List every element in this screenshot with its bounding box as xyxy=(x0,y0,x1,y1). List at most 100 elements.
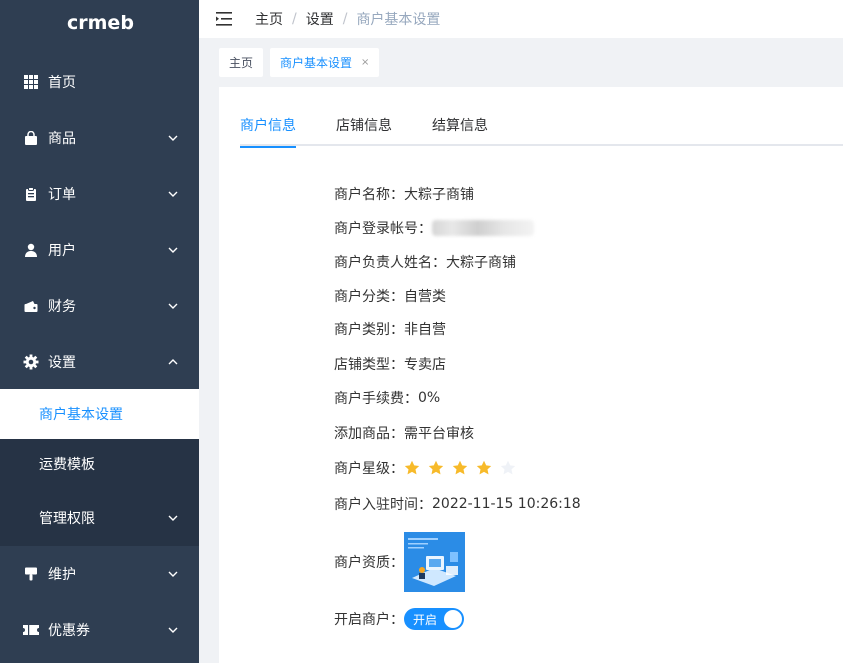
sidebar-item-label: 财务 xyxy=(48,299,76,315)
enable-switch[interactable]: 开启 xyxy=(404,608,464,630)
info-row-add-goods: 添加商品： 需平台审核 xyxy=(334,423,474,443)
sidebar-item-finance[interactable]: 财务 xyxy=(0,278,199,334)
sidebar-subitem-merchant-settings[interactable]: 商户基本设置 xyxy=(0,389,199,439)
bag-icon xyxy=(23,130,39,146)
sidebar-item-home[interactable]: 首页 xyxy=(0,54,199,110)
info-row-join-time: 商户入驻时间： 2022-11-15 10:26:18 xyxy=(334,494,581,514)
breadcrumb-separator: / xyxy=(292,11,297,27)
info-row-rating: 商户星级： xyxy=(334,458,524,478)
qualification-label: 商户资质： xyxy=(334,555,404,571)
breadcrumb-home[interactable]: 主页 xyxy=(255,9,283,29)
content-card: 商户信息 店铺信息 结算信息 商户名称： 大粽子商铺 商户登录帐号： 商户负责人… xyxy=(219,87,843,663)
grid-icon xyxy=(23,74,39,90)
store-type-value: 专卖店 xyxy=(404,357,446,373)
type-label: 商户类别： xyxy=(334,322,404,338)
sidebar-subitem-label: 运费模板 xyxy=(39,457,95,473)
breadcrumb-settings[interactable]: 设置 xyxy=(306,9,334,29)
close-icon[interactable]: × xyxy=(361,57,369,68)
clipboard-icon xyxy=(23,186,39,202)
info-row-qualification: 商户资质： xyxy=(334,531,465,593)
category-label: 商户分类： xyxy=(334,289,404,305)
store-type-label: 店铺类型： xyxy=(334,357,404,373)
sidebar-item-label: 设置 xyxy=(48,355,76,371)
sidebar-item-label: 首页 xyxy=(48,75,76,91)
rating-label: 商户星级： xyxy=(334,461,404,477)
fee-value: 0% xyxy=(418,390,441,406)
info-row-type: 商户类别： 非自营 xyxy=(334,319,446,339)
ticket-icon xyxy=(23,622,39,638)
add-goods-value: 需平台审核 xyxy=(404,426,474,442)
qualification-thumbnail[interactable] xyxy=(404,532,465,592)
sidebar-subitem-permissions[interactable]: 管理权限 xyxy=(0,489,199,546)
join-label: 商户入驻时间： xyxy=(334,497,432,513)
info-row-fee: 商户手续费： 0% xyxy=(334,388,440,408)
sidebar-item-coupons[interactable]: 优惠券 xyxy=(0,602,199,658)
sidebar-subitem-label: 管理权限 xyxy=(39,510,95,527)
sidebar-item-goods[interactable]: 商品 xyxy=(0,110,199,166)
chevron-down-icon xyxy=(168,191,178,197)
info-row-name: 商户名称： 大粽子商铺 xyxy=(334,184,474,204)
chevron-down-icon xyxy=(168,515,178,521)
star-icon xyxy=(428,460,444,475)
sidebar: crmeb 首页 商品 订单 用户 财务 设置 商户基本设置 运费模板 管理权限… xyxy=(0,0,199,663)
tags-view: 主页 商户基本设置 × xyxy=(199,38,843,87)
menu-fold-icon[interactable] xyxy=(215,11,235,27)
chevron-down-icon xyxy=(168,627,178,633)
user-icon xyxy=(23,242,39,258)
info-row-owner: 商户负责人姓名： 大粽子商铺 xyxy=(334,252,516,272)
chevron-down-icon xyxy=(168,247,178,253)
name-value: 大粽子商铺 xyxy=(404,187,474,203)
sidebar-item-users[interactable]: 用户 xyxy=(0,222,199,278)
logo-mark: crmeb xyxy=(67,12,134,33)
sidebar-item-orders[interactable]: 订单 xyxy=(0,166,199,222)
breadcrumb: 主页 / 设置 / 商户基本设置 xyxy=(255,9,440,29)
sidebar-subitem-shipping-template[interactable]: 运费模板 xyxy=(0,439,199,489)
add-goods-label: 添加商品： xyxy=(334,426,404,442)
wallet-icon xyxy=(23,298,39,314)
star-icon xyxy=(476,460,492,475)
info-row-enable: 开启商户： 开启 xyxy=(334,608,464,630)
chevron-down-icon xyxy=(168,571,178,577)
tab-bar: 商户信息 店铺信息 结算信息 xyxy=(240,115,843,148)
name-label: 商户名称： xyxy=(334,187,404,203)
owner-label: 商户负责人姓名： xyxy=(334,255,446,271)
star-rating xyxy=(404,460,524,476)
tag-home[interactable]: 主页 xyxy=(219,48,264,77)
account-label: 商户登录帐号： xyxy=(334,221,432,237)
sidebar-item-label: 用户 xyxy=(48,243,76,259)
top-header: 主页 / 设置 / 商户基本设置 xyxy=(199,0,843,38)
sidebar-item-label: 商品 xyxy=(48,131,76,147)
owner-value: 大粽子商铺 xyxy=(446,255,516,271)
info-row-store-type: 店铺类型： 专卖店 xyxy=(334,354,446,374)
chevron-up-icon xyxy=(168,359,178,365)
sidebar-subitem-label: 商户基本设置 xyxy=(39,407,123,423)
enable-label: 开启商户： xyxy=(334,612,404,628)
tag-merchant-settings[interactable]: 商户基本设置 × xyxy=(270,48,380,77)
crmeb-logo[interactable]: crmeb xyxy=(0,0,199,44)
sidebar-item-maintenance[interactable]: 维护 xyxy=(0,546,199,602)
chevron-down-icon xyxy=(168,135,178,141)
tab-store-info[interactable]: 店铺信息 xyxy=(336,115,392,146)
join-value: 2022-11-15 10:26:18 xyxy=(432,496,581,512)
tag-label: 商户基本设置 xyxy=(280,56,353,70)
switch-label: 开启 xyxy=(413,612,438,627)
breadcrumb-separator: / xyxy=(342,11,348,27)
tag-label: 主页 xyxy=(229,56,254,70)
brush-icon xyxy=(23,566,39,582)
star-icon xyxy=(500,460,516,475)
account-value-blurred xyxy=(432,220,534,236)
info-row-category: 商户分类： 自营类 xyxy=(334,286,446,306)
fee-label: 商户手续费： xyxy=(334,391,418,407)
sidebar-item-label: 订单 xyxy=(48,187,76,203)
star-icon xyxy=(404,460,420,475)
sidebar-item-settings[interactable]: 设置 xyxy=(0,334,199,390)
sidebar-item-label: 维护 xyxy=(48,567,76,583)
chevron-down-icon xyxy=(168,303,178,309)
category-value: 自营类 xyxy=(404,289,446,305)
tab-settlement-info[interactable]: 结算信息 xyxy=(432,115,488,146)
gear-icon xyxy=(23,354,39,370)
type-value: 非自营 xyxy=(404,322,446,338)
breadcrumb-current: 商户基本设置 xyxy=(356,12,441,28)
sidebar-item-label: 优惠券 xyxy=(48,623,90,639)
tab-merchant-info[interactable]: 商户信息 xyxy=(240,115,296,148)
